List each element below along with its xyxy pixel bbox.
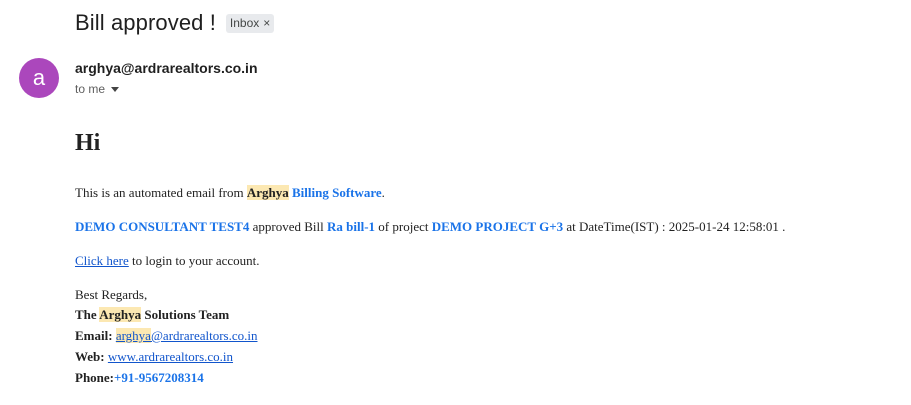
brand-rest: Billing Software (291, 185, 382, 200)
phone-line: Phone:+91-9567208314 (75, 370, 204, 386)
login-paragraph: Click here to login to your account. (75, 253, 260, 269)
intro-text: This is an automated email from (75, 185, 247, 200)
web-line: Web: www.ardrarealtors.co.in (75, 349, 233, 365)
greeting: Hi (75, 130, 101, 156)
email-label: Email: (75, 328, 116, 343)
bill-name: Ra bill-1 (327, 219, 376, 234)
intro-end: . (381, 185, 385, 200)
consultant-name: DEMO CONSULTANT TEST4 (75, 219, 250, 234)
sender-avatar[interactable]: a (19, 58, 59, 98)
email-domain-link[interactable]: @ardrarealtors.co.in (151, 328, 258, 343)
team-line: The Arghya Solutions Team (75, 307, 229, 323)
email-local-link[interactable]: arghya (115, 328, 151, 343)
approval-text-2: of project (375, 219, 432, 234)
team-brand-highlight: Arghya (99, 307, 142, 322)
sender-email[interactable]: arghya@ardrarealtors.co.in (75, 60, 258, 76)
email-line: Email: arghya@ardrarealtors.co.in (75, 328, 258, 344)
show-details-caret-icon[interactable] (111, 86, 120, 92)
website-link[interactable]: www.ardrarealtors.co.in (108, 349, 233, 364)
team-pre: The (75, 307, 100, 322)
approval-datetime: at DateTime(IST) : 2025-01-24 12:58:01 . (563, 219, 786, 234)
best-regards: Best Regards, (75, 287, 148, 302)
remove-label-icon[interactable]: × (263, 16, 270, 30)
approval-text-1: approved Bill (249, 219, 327, 234)
phone-number-link[interactable]: +91-9567208314 (114, 370, 204, 385)
project-name: DEMO PROJECT G+3 (431, 219, 564, 234)
avatar-letter: a (32, 65, 46, 90)
subject-row: Bill approved ! Inbox × (75, 10, 275, 36)
email-body: Hi This is an automated email from Arghy… (75, 130, 785, 385)
inbox-label-chip[interactable]: Inbox × (225, 13, 275, 33)
inbox-label-text: Inbox (229, 16, 260, 30)
login-text: to login to your account. (128, 253, 260, 268)
team-post: Solutions Team (141, 307, 230, 322)
phone-label: Phone: (75, 370, 114, 385)
brand-highlight: Arghya (246, 185, 289, 200)
to-me-text: to me (75, 82, 106, 96)
email-subject: Bill approved ! (75, 10, 216, 35)
web-label: Web: (75, 349, 108, 364)
intro-paragraph: This is an automated email from Arghya B… (75, 185, 385, 201)
approval-paragraph: DEMO CONSULTANT TEST4 approved Bill Ra b… (75, 219, 785, 235)
recipient-details[interactable]: to me (75, 82, 120, 96)
click-here-link[interactable]: Click here (75, 253, 129, 268)
